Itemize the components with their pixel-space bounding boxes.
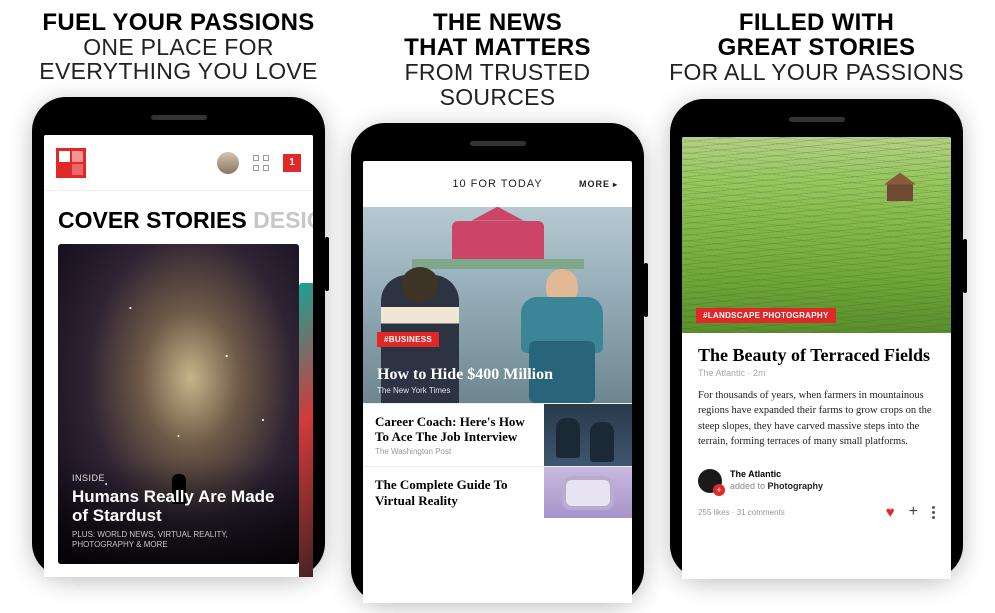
headline-bold: THAT MATTERS xyxy=(347,35,648,60)
phone-frame: #LANDSCAPE PHOTOGRAPHY The Beauty of Ter… xyxy=(670,99,963,579)
promo-panel-1: FUEL YOUR PASSIONS ONE PLACE FOR EVERYTH… xyxy=(28,10,329,603)
featured-story-card[interactable]: #BUSINESS How to Hide $400 Million The N… xyxy=(363,207,632,403)
phone-screen: 10 FOR TODAY MORE #BUSINESS How to Hide … xyxy=(363,161,632,603)
story-thumbnail xyxy=(544,467,632,518)
headline-bold: FUEL YOUR PASSIONS xyxy=(39,10,317,35)
app-header: 1 xyxy=(44,135,313,191)
article-body: For thousands of years, when farmers in … xyxy=(698,388,935,449)
author-name: The Atlantic xyxy=(730,469,823,481)
headline-thin: FROM TRUSTED SOURCES xyxy=(347,60,648,108)
section-title: 10 FOR TODAY xyxy=(452,178,542,190)
article-content: The Beauty of Terraced Fields The Atlant… xyxy=(682,333,951,462)
headline-thin: EVERYTHING YOU LOVE xyxy=(39,59,317,83)
category-badge: #BUSINESS xyxy=(377,332,439,347)
headline-thin: FOR ALL YOUR PASSIONS xyxy=(669,60,964,84)
author-avatar-icon[interactable] xyxy=(698,469,722,493)
headline-bold: FILLED WITH xyxy=(669,10,964,35)
headline-3: FILLED WITH GREAT STORIES FOR ALL YOUR P… xyxy=(669,10,964,85)
author-action: added to Photography xyxy=(730,481,823,493)
headline-thin: ONE PLACE FOR xyxy=(39,35,317,59)
more-options-icon[interactable] xyxy=(932,506,935,519)
promo-panel-3: FILLED WITH GREAT STORIES FOR ALL YOUR P… xyxy=(666,10,967,603)
tab-cover-stories[interactable]: COVER STORIES xyxy=(58,207,247,233)
category-badge: #LANDSCAPE PHOTOGRAPHY xyxy=(696,308,836,323)
story-row[interactable]: The Complete Guide To Virtual Reality xyxy=(363,466,632,518)
promo-panel-2: THE NEWS THAT MATTERS FROM TRUSTED SOURC… xyxy=(347,10,648,603)
cover-story-card[interactable]: INSIDE Humans Really Are Made of Stardus… xyxy=(58,244,299,564)
likes-count[interactable]: 255 likes · 31 comments xyxy=(698,508,785,517)
card-label: INSIDE xyxy=(72,473,285,483)
phone-frame: 10 FOR TODAY MORE #BUSINESS How to Hide … xyxy=(351,123,644,603)
phone-screen: #LANDSCAPE PHOTOGRAPHY The Beauty of Ter… xyxy=(682,137,951,579)
story-source: The New York Times xyxy=(377,386,618,395)
story-title: How to Hide $400 Million xyxy=(377,366,618,384)
phone-frame: 1 COVER STORIES DESIGN TECH INSIDE Human… xyxy=(32,97,325,577)
tab-design-tech[interactable]: DESIGN TECH xyxy=(247,207,313,233)
card-title: Humans Really Are Made of Stardust xyxy=(72,487,285,526)
phone-screen: 1 COVER STORIES DESIGN TECH INSIDE Human… xyxy=(44,135,313,577)
more-button[interactable]: MORE xyxy=(579,179,618,189)
grid-icon[interactable] xyxy=(253,155,269,171)
plus-icon[interactable]: + xyxy=(909,503,918,521)
headline-bold: THE NEWS xyxy=(347,10,648,35)
story-row[interactable]: Career Coach: Here's How To Ace The Job … xyxy=(363,403,632,467)
heart-icon[interactable]: ♥ xyxy=(886,504,895,521)
story-source: The Washington Post xyxy=(375,447,532,456)
article-meta: The Atlantic · 2m xyxy=(698,368,935,378)
flipboard-logo-icon[interactable] xyxy=(56,148,86,178)
headline-1: FUEL YOUR PASSIONS ONE PLACE FOR EVERYTH… xyxy=(39,10,317,83)
headline-bold: GREAT STORIES xyxy=(669,35,964,60)
category-tabs[interactable]: COVER STORIES DESIGN TECH xyxy=(44,191,313,244)
avatar[interactable] xyxy=(217,152,239,174)
headline-2: THE NEWS THAT MATTERS FROM TRUSTED SOURC… xyxy=(347,10,648,109)
notification-badge[interactable]: 1 xyxy=(283,154,301,172)
author-attribution[interactable]: The Atlantic added to Photography xyxy=(682,461,951,499)
peek-card[interactable] xyxy=(299,283,313,577)
story-title: The Complete Guide To Virtual Reality xyxy=(375,477,532,508)
story-title: Career Coach: Here's How To Ace The Job … xyxy=(375,414,532,445)
article-hero-image[interactable]: #LANDSCAPE PHOTOGRAPHY xyxy=(682,137,951,333)
article-title: The Beauty of Terraced Fields xyxy=(698,345,935,366)
story-thumbnail xyxy=(544,404,632,467)
section-header: 10 FOR TODAY MORE xyxy=(363,161,632,207)
card-subtitle: PLUS: WORLD NEWS, VIRTUAL REALITY, PHOTO… xyxy=(72,530,285,551)
article-footer: 255 likes · 31 comments ♥ + xyxy=(682,499,951,521)
